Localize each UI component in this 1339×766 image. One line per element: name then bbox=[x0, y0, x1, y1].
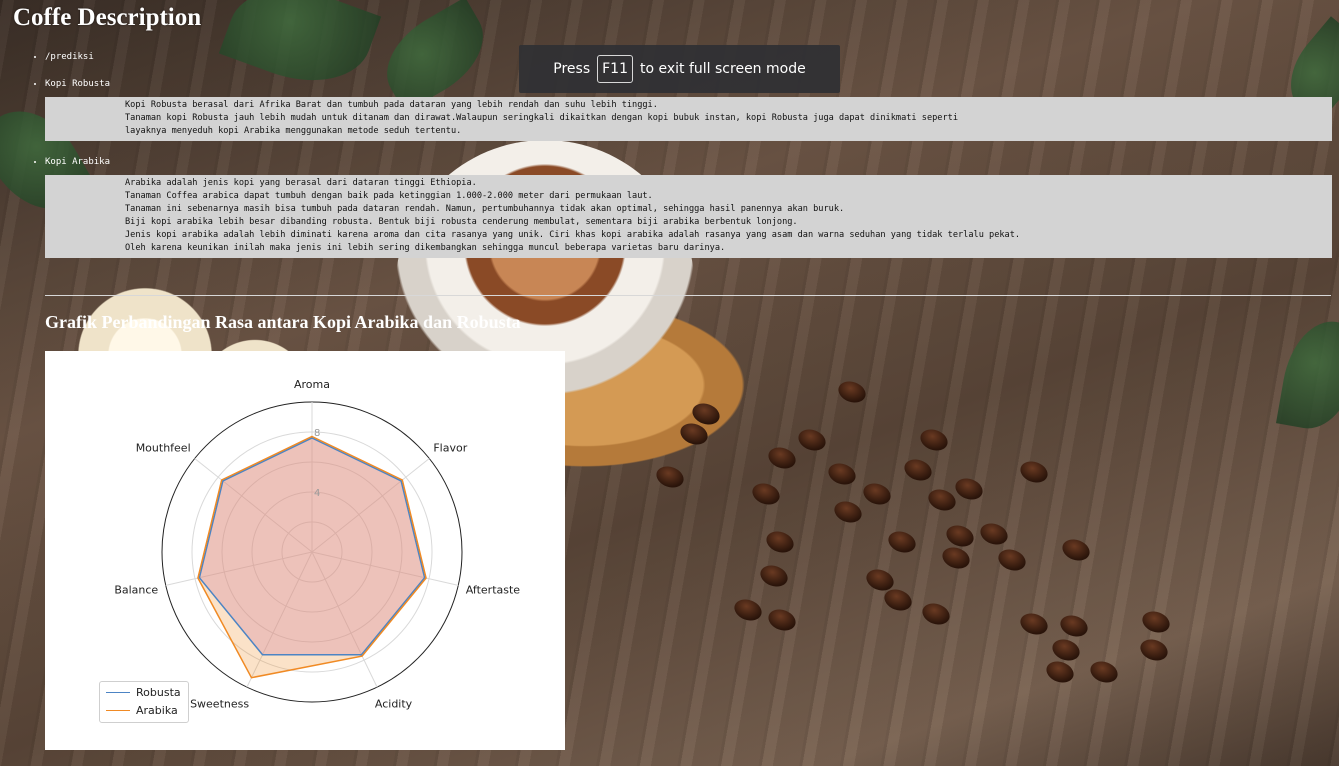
axis-label-flavor: Flavor bbox=[433, 441, 467, 454]
arabika-description: Arabika adalah jenis kopi yang berasal d… bbox=[45, 175, 1332, 258]
toast-text-post: to exit full screen mode bbox=[640, 61, 806, 77]
arabika-desc-line: Tanaman Coffea arabica dapat tumbuh deng… bbox=[125, 191, 653, 201]
page-title: Coffe Description bbox=[13, 4, 202, 31]
legend-label-robusta: Robusta bbox=[136, 686, 181, 699]
fullscreen-toast: Press F11 to exit full screen mode bbox=[519, 45, 840, 93]
radial-tick-label: 8 bbox=[314, 428, 320, 439]
axis-label-balance: Balance bbox=[114, 583, 158, 596]
legend-label-arabika: Arabika bbox=[136, 704, 178, 717]
legend-item-robusta: Robusta bbox=[106, 686, 181, 699]
arabika-desc-line: Biji kopi arabika lebih besar dibanding … bbox=[125, 217, 798, 227]
arabika-heading: Kopi Arabika bbox=[45, 157, 111, 167]
chart-legend: Robusta Arabika bbox=[99, 681, 189, 723]
radial-tick-label: 4 bbox=[314, 488, 320, 499]
page-content: Coffe Description /prediksi Kopi Robusta… bbox=[0, 0, 1339, 766]
prediksi-label[interactable]: /prediksi bbox=[45, 52, 94, 62]
section-divider bbox=[45, 295, 1331, 296]
toast-text-pre: Press bbox=[553, 61, 591, 77]
robusta-heading: Kopi Robusta bbox=[45, 79, 111, 89]
arabika-desc-line: Tanaman ini sebenarnya masih bisa tumbuh… bbox=[125, 204, 845, 214]
axis-label-aftertaste: Aftertaste bbox=[466, 583, 521, 596]
axis-label-mouthfeel: Mouthfeel bbox=[136, 441, 191, 454]
arabika-desc-line: Jenis kopi arabika adalah lebih diminati… bbox=[125, 230, 1021, 240]
legend-swatch-arabika bbox=[106, 710, 130, 711]
axis-label-aroma: Aroma bbox=[294, 378, 330, 391]
axis-label-acidity: Acidity bbox=[375, 697, 413, 710]
arabika-desc-line: Oleh karena keunikan inilah maka jenis i… bbox=[125, 243, 726, 253]
robusta-desc-line: Kopi Robusta berasal dari Afrika Barat d… bbox=[125, 100, 658, 110]
chart-section-title: Grafik Perbandingan Rasa antara Kopi Ara… bbox=[45, 312, 521, 332]
legend-item-arabika: Arabika bbox=[106, 704, 178, 717]
axis-label-sweetness: Sweetness bbox=[190, 697, 249, 710]
list-item-arabika: Kopi Arabika Arabika adalah jenis kopi y… bbox=[45, 153, 1335, 258]
legend-swatch-robusta bbox=[106, 692, 130, 693]
robusta-desc-line: Tanaman kopi Robusta jauh lebih mudah un… bbox=[125, 113, 958, 123]
radar-chart: 4 8 Aroma Flavor Aftertaste Acidity Sweetness B… bbox=[45, 351, 565, 750]
arabika-desc-line: Arabika adalah jenis kopi yang berasal d… bbox=[125, 178, 477, 188]
robusta-description: Kopi Robusta berasal dari Afrika Barat d… bbox=[45, 97, 1332, 141]
robusta-desc-line: layaknya menyeduh kopi Arabika menggunak… bbox=[125, 126, 462, 136]
f11-key: F11 bbox=[597, 55, 633, 83]
